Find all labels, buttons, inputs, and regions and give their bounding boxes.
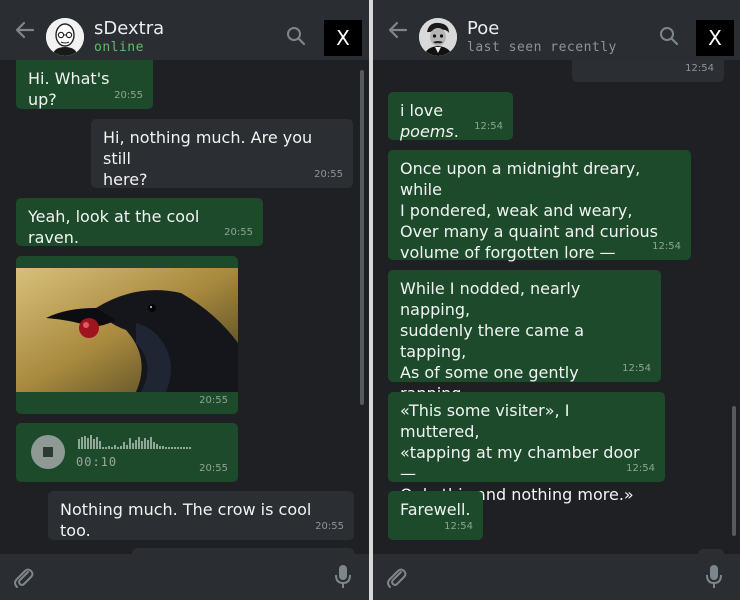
message-text-part: i love: [400, 101, 444, 120]
message-text: Nothing much. The crow is cool too.: [60, 500, 312, 540]
message-bubble[interactable]: While I nodded, nearly napping, suddenly…: [388, 270, 661, 445]
message-time: 12:54: [685, 63, 714, 74]
message-time: 20:55: [315, 521, 344, 532]
message-bubble[interactable]: Nothing much. The crow is cool too. 20:5…: [48, 491, 354, 540]
message-composer: [0, 554, 369, 600]
avatar-image: [46, 18, 84, 56]
close-button[interactable]: X: [324, 20, 362, 56]
message-bubble[interactable]: Hi, nothing much. Are you still here? 20…: [91, 119, 353, 189]
message-time: 20:55: [224, 227, 253, 238]
back-arrow-icon[interactable]: [386, 18, 410, 42]
contact-name: Poe: [467, 18, 500, 39]
voice-message-bubble[interactable]: 00:10 20:55: [16, 423, 238, 482]
scrollbar[interactable]: [732, 406, 736, 536]
stop-icon[interactable]: [31, 435, 65, 469]
waveform-icon: [78, 435, 191, 449]
message-time: 20:55: [114, 90, 143, 101]
contact-name: sDextra: [94, 18, 165, 39]
message-time: 20:55: [314, 169, 343, 180]
message-time: 12:54: [622, 363, 651, 374]
message-time: 12:54: [626, 463, 655, 474]
message-time: 20:55: [199, 395, 228, 406]
contact-status: online: [94, 40, 144, 55]
microphone-icon[interactable]: [704, 564, 724, 590]
microphone-icon[interactable]: [333, 564, 353, 590]
message-bubble[interactable]: Farewell. 12:54: [388, 491, 483, 540]
voice-duration: 00:10: [76, 455, 118, 469]
avatar[interactable]: [419, 18, 457, 56]
avatar-image: [419, 18, 457, 56]
paperclip-icon[interactable]: [12, 566, 36, 590]
message-text: «This some visiter», I muttered, «tappin…: [400, 401, 640, 504]
message-time: 12:54: [652, 241, 681, 252]
avatar[interactable]: [46, 18, 84, 56]
message-time: 12:54: [474, 121, 503, 132]
message-text-emphasis: poems: [400, 122, 454, 141]
message-time: 20:55: [199, 463, 228, 474]
back-arrow-icon[interactable]: [13, 18, 37, 42]
scrollbar[interactable]: [360, 70, 364, 405]
message-text: Yeah, look at the cool raven.: [28, 207, 200, 247]
message-text-part: .: [453, 122, 459, 141]
message-bubble[interactable]: i love poems. 12:54: [388, 92, 513, 141]
raven-photo[interactable]: [16, 268, 238, 392]
message-text: Once upon a midnight dreary, while I pon…: [400, 159, 659, 262]
message-text: Hi, nothing much. Are you still here?: [103, 128, 313, 189]
chat-header: Poe last seen recently X: [373, 0, 740, 60]
close-button[interactable]: X: [696, 20, 734, 56]
message-bubble[interactable]: Once upon a midnight dreary, while I pon…: [388, 150, 691, 262]
search-icon[interactable]: [286, 26, 306, 46]
chat-panel-sdextra: Hi. What's up? 20:55 Hi, nothing much. A…: [0, 0, 369, 600]
message-bubble[interactable]: Hi. What's up? 20:55: [16, 60, 153, 109]
message-time: 12:54: [444, 521, 473, 532]
image-message-bubble[interactable]: 20:55: [16, 256, 238, 414]
message-bubble[interactable]: «This some visiter», I muttered, «tappin…: [388, 392, 665, 504]
contact-status: last seen recently: [467, 40, 617, 55]
raven-image: [16, 268, 238, 392]
search-icon[interactable]: [659, 26, 679, 46]
chat-panel-poe: 12:54 i love poems. 12:54 Once upon a mi…: [373, 0, 740, 600]
app-window: Hi. What's up? 20:55 Hi, nothing much. A…: [0, 0, 740, 600]
message-composer: [373, 554, 740, 600]
chat-header: sDextra online X: [0, 0, 369, 60]
message-bubble[interactable]: Yeah, look at the cool raven. 20:55: [16, 198, 263, 247]
paperclip-icon[interactable]: [385, 566, 409, 590]
